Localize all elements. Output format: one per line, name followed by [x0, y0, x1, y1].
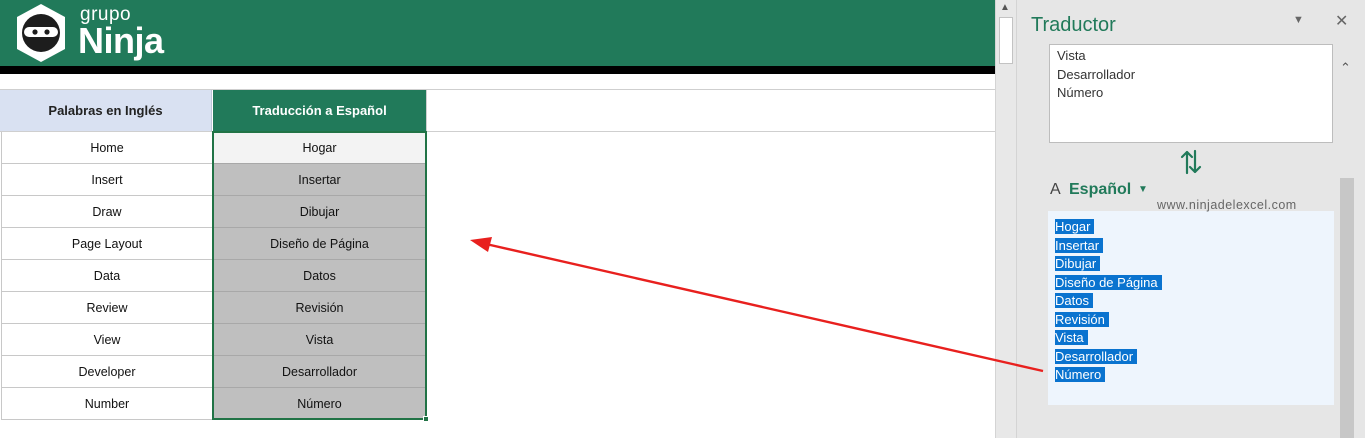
caret-down-icon[interactable]: ▼ [1138, 184, 1148, 195]
cell-en-2[interactable]: Insert [1, 164, 212, 196]
cell-es-4[interactable]: Diseño de Página [214, 228, 425, 260]
scroll-up-chevron-icon[interactable]: ⌃ [1340, 60, 1351, 76]
pane-scrollbar-thumb[interactable] [1340, 178, 1354, 438]
source-text-box[interactable]: Vista Desarrollador Número [1049, 44, 1333, 143]
swap-icon[interactable] [1179, 148, 1203, 176]
ninja-logo-icon [17, 4, 65, 62]
target-line: Número [1055, 367, 1106, 382]
cell-en-3[interactable]: Draw [1, 196, 212, 228]
cell-es-6[interactable]: Revisión [214, 292, 425, 324]
cell-es-8[interactable]: Desarrollador [214, 356, 425, 388]
target-line: Desarrollador [1055, 348, 1138, 364]
header-spanish-translation[interactable]: Traducción a Español [213, 90, 426, 131]
header-english-words[interactable]: Palabras en Inglés [0, 90, 212, 131]
cell-en-7[interactable]: View [1, 324, 212, 356]
cell-en-5[interactable]: Data [1, 260, 212, 292]
cell-es-2[interactable]: Insertar [214, 164, 425, 196]
watermark-text: www.ninjadelexcel.com [1157, 198, 1297, 212]
cell-es-5[interactable]: Datos [214, 260, 425, 292]
scrollbar-thumb[interactable] [999, 17, 1013, 64]
target-language-select[interactable]: Español [1069, 181, 1131, 199]
chevron-down-icon[interactable]: ▼ [1293, 14, 1304, 26]
target-line: Hogar [1055, 219, 1095, 234]
source-line: Vista [1057, 48, 1086, 63]
cell-en-6[interactable]: Review [1, 292, 212, 324]
target-line: Datos [1055, 293, 1093, 308]
to-language-label: A [1050, 181, 1061, 198]
scroll-up-arrow-icon[interactable]: ▲ [1000, 2, 1010, 13]
gridline [426, 90, 427, 132]
cell-es-9[interactable]: Número [214, 388, 425, 420]
target-line: Diseño de Página [1055, 274, 1162, 290]
pane-scrollbar[interactable]: ⌃ [1337, 44, 1357, 438]
cell-es-1[interactable]: Hogar [214, 132, 425, 164]
sheet-vertical-scrollbar[interactable]: ▲ [995, 0, 1017, 438]
pane-title: Traductor [1031, 14, 1116, 36]
target-text-box[interactable]: Hogar Insertar Dibujar Diseño de Página … [1048, 211, 1334, 405]
translator-pane: Traductor ▼ ✕ Vista Desarrollador Número… [1017, 0, 1365, 438]
brand-big-text: Ninja [78, 20, 164, 61]
cell-es-3[interactable]: Dibujar [214, 196, 425, 228]
brand-banner: grupo Ninja [0, 0, 995, 66]
target-line: Insertar [1055, 237, 1104, 253]
banner-divider [0, 66, 995, 74]
source-line: Desarrollador [1057, 66, 1136, 82]
target-line: Revisión [1055, 311, 1109, 327]
cell-es-7[interactable]: Vista [214, 324, 425, 356]
cell-en-1[interactable]: Home [1, 132, 212, 164]
cell-en-4[interactable]: Page Layout [1, 228, 212, 260]
target-line: Vista [1055, 330, 1088, 345]
target-line: Dibujar [1055, 256, 1101, 271]
source-line: Número [1057, 85, 1104, 100]
spreadsheet-area: grupo Ninja Palabras en Inglés Traducció… [0, 0, 995, 438]
close-icon[interactable]: ✕ [1335, 11, 1348, 31]
cell-en-9[interactable]: Number [1, 388, 212, 420]
fill-handle[interactable] [423, 416, 429, 422]
cell-en-8[interactable]: Developer [1, 356, 212, 388]
